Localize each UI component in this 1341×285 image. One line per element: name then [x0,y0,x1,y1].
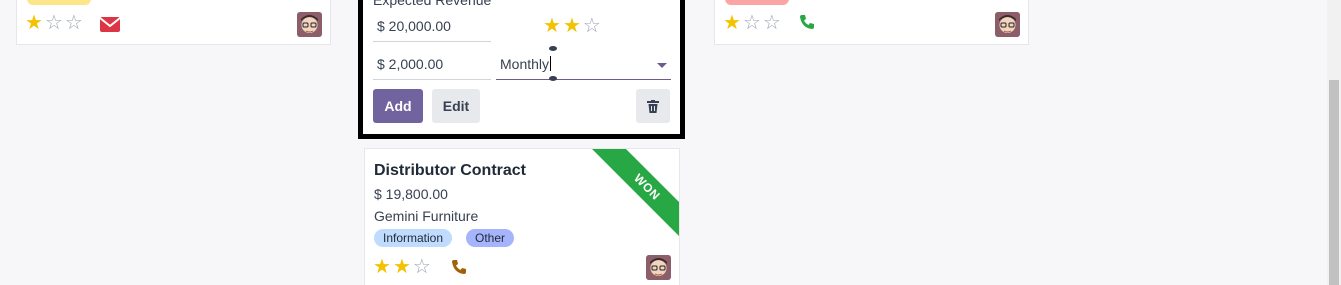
star-icon[interactable]: ★ [723,13,741,33]
card-title: Distributor Contract [374,162,526,179]
trash-icon [647,99,659,113]
priority-stars[interactable]: ★ ★ ☆ [543,16,601,36]
phone-icon[interactable] [451,259,467,280]
star-icon[interactable]: ★ [393,257,411,277]
delete-button[interactable] [636,89,670,123]
ribbon-label: WON [589,149,679,241]
envelope-icon[interactable] [99,17,121,37]
avatar[interactable] [646,255,671,280]
star-icon[interactable]: ☆ [763,13,781,33]
star-icon[interactable]: ☆ [45,13,63,33]
star-icon[interactable]: ★ [563,16,581,36]
kanban-card[interactable]: ★ ☆ ☆ [714,0,1029,45]
kanban-card[interactable]: ★ ☆ ☆ [16,0,331,45]
priority-stars[interactable]: ★ ☆ ☆ [723,13,781,33]
won-ribbon: WON [587,149,679,241]
recurring-plan-select[interactable]: Monthly [496,50,671,80]
chevron-down-icon[interactable] [657,63,667,68]
card-amount: $ 19,800.00 [374,186,448,202]
resize-handle[interactable] [549,46,557,51]
recurring-revenue-input[interactable]: $ 2,000.00 [373,50,491,80]
star-icon[interactable]: ☆ [413,257,431,277]
resize-handle[interactable] [549,76,557,81]
kanban-card[interactable]: Distributor Contract $ 19,800.00 Gemini … [364,148,680,285]
expected-revenue-input[interactable]: $ 20,000.00 [373,12,491,42]
tag-other: Other [466,229,515,247]
expected-revenue-label: Expected Revenue [373,0,492,8]
avatar[interactable] [297,12,322,37]
priority-stars[interactable]: ★ ★ ☆ [373,257,431,277]
tag [725,0,789,5]
priority-stars[interactable]: ★ ☆ ☆ [25,13,83,33]
text-cursor [550,56,552,71]
tag-information: Information [374,229,453,247]
star-icon[interactable]: ☆ [583,16,601,36]
quick-create-form: Expected Revenue $ 20,000.00 ★ ★ ☆ $ 2,0… [358,0,685,139]
star-icon[interactable]: ★ [373,257,391,277]
card-customer: Gemini Furniture [374,208,479,224]
star-icon[interactable]: ★ [543,16,561,36]
edit-button[interactable]: Edit [432,89,480,123]
star-icon[interactable]: ☆ [743,13,761,33]
recurring-plan-value: Monthly [500,56,550,72]
add-button[interactable]: Add [373,89,423,123]
tag [27,0,91,5]
star-icon[interactable]: ☆ [65,13,83,33]
star-icon[interactable]: ★ [25,13,43,33]
avatar[interactable] [995,12,1020,37]
phone-icon[interactable] [799,14,815,35]
scrollbar-thumb[interactable] [1329,80,1339,285]
